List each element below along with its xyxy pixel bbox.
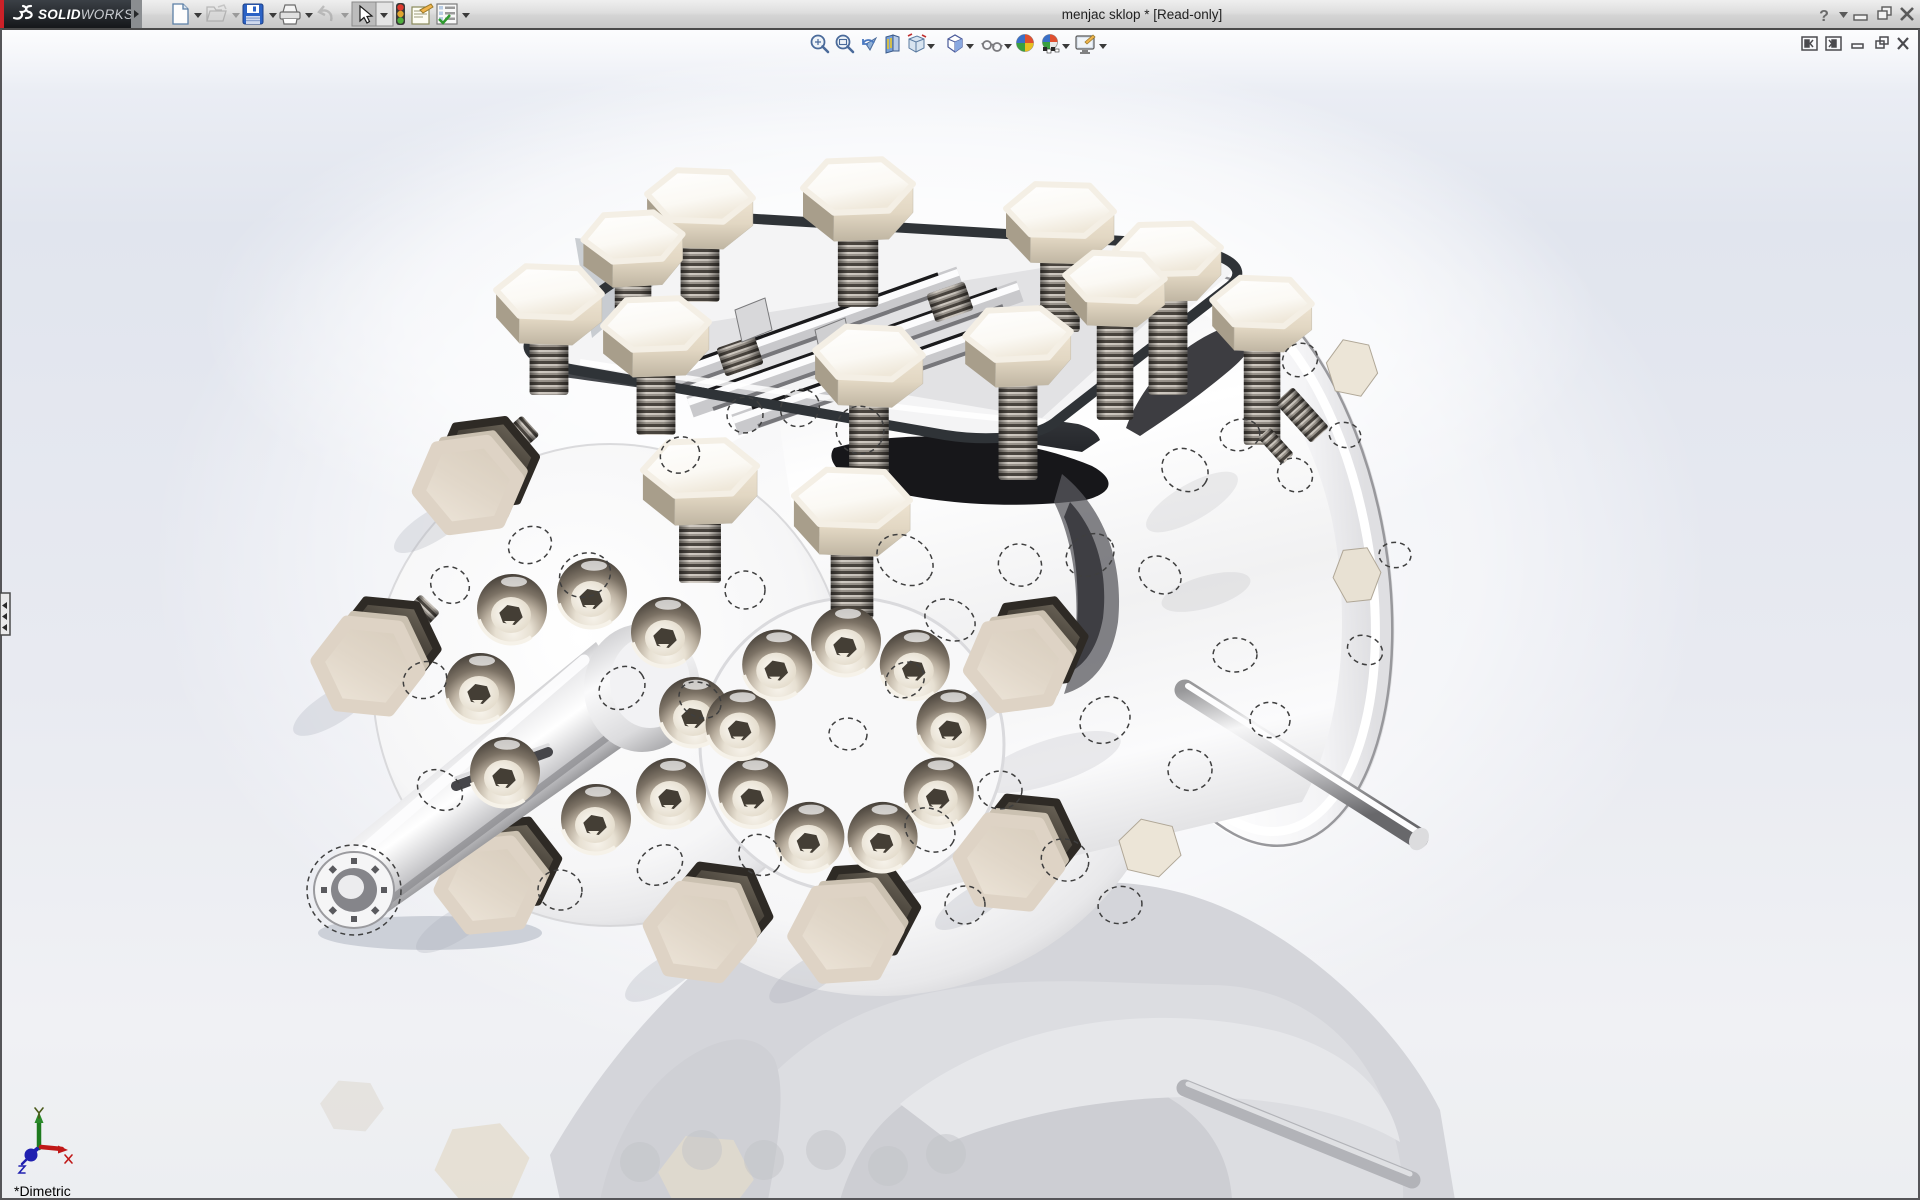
svg-text:SOLIDWORKS: SOLIDWORKS (38, 7, 133, 22)
svg-text:?: ? (1819, 8, 1829, 25)
svg-text:menjac sklop * [Read-only]: menjac sklop * [Read-only] (1062, 7, 1223, 22)
svg-text:*Dimetric: *Dimetric (14, 1183, 71, 1199)
